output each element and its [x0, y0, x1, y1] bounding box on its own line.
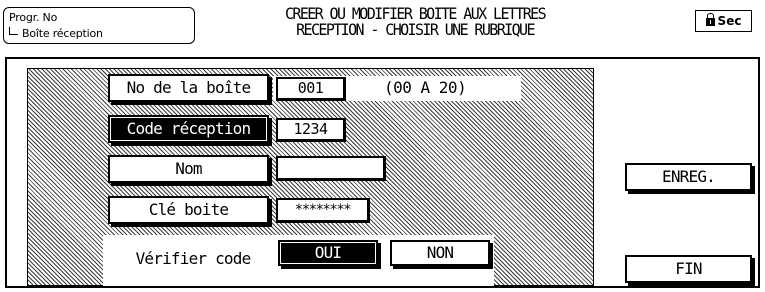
- box-number-range: (00 A 20): [384, 78, 467, 97]
- name-field[interactable]: [276, 156, 386, 181]
- verify-yes-button[interactable]: OUI: [278, 240, 378, 266]
- box-key-button[interactable]: Clé boite: [108, 196, 269, 224]
- name-button[interactable]: Nom: [108, 155, 269, 183]
- breadcrumb: Progr. No Boîte réception: [3, 7, 195, 44]
- box-key-field[interactable]: ********: [276, 198, 370, 223]
- breadcrumb-current-label: Boîte réception: [22, 27, 103, 40]
- box-number-field[interactable]: 001: [276, 77, 346, 101]
- save-button[interactable]: ENREG.: [625, 163, 752, 191]
- reception-code-field[interactable]: 1234: [276, 118, 346, 142]
- lock-icon: [705, 13, 715, 26]
- breadcrumb-parent: Progr. No: [9, 11, 58, 24]
- security-label: Sec: [717, 14, 742, 28]
- page-subtitle: RECEPTION - CHOISIR UNE RUBRIQUE: [296, 20, 535, 40]
- security-badge: Sec: [695, 10, 752, 32]
- breadcrumb-current: Boîte réception: [9, 27, 103, 40]
- verify-no-button[interactable]: NON: [390, 240, 490, 266]
- box-number-button[interactable]: No de la boîte: [108, 74, 269, 102]
- reception-code-button[interactable]: Code réception: [108, 115, 269, 143]
- end-button[interactable]: FIN: [625, 255, 752, 283]
- verify-code-label: Vérifier code: [108, 248, 278, 270]
- tree-branch-icon: [9, 27, 18, 35]
